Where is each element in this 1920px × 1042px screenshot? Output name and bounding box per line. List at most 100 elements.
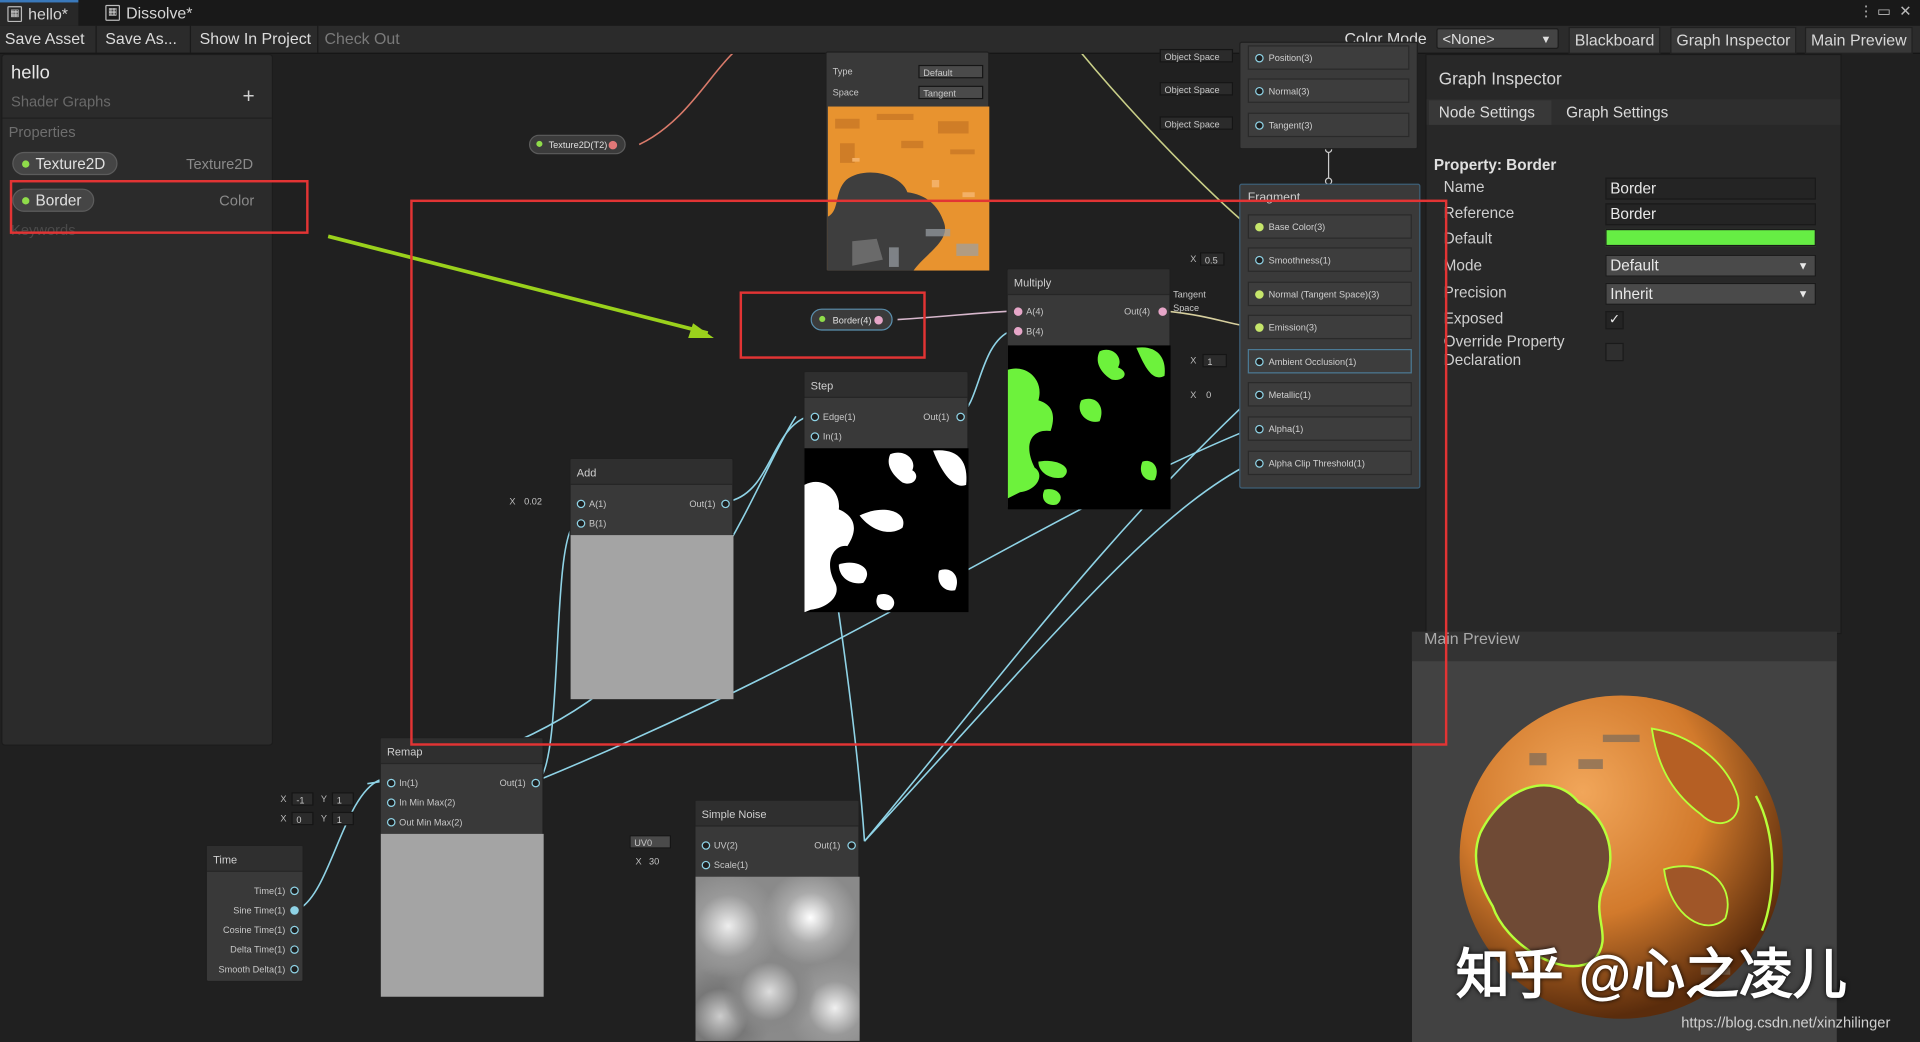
watermark-text: 知乎 @心之凌儿	[1455, 945, 1847, 1006]
noise-scale-value[interactable]: 30	[645, 855, 669, 868]
port-label: Delta Time(1)	[230, 944, 286, 956]
property-type: Texture2D	[186, 155, 254, 173]
port-label: Smooth Delta(1)	[218, 963, 286, 975]
y-label: Y	[320, 793, 327, 805]
default-label: Default	[1443, 230, 1493, 248]
input-in-port-icon[interactable]	[386, 778, 396, 788]
tab-graph-settings[interactable]: Graph Settings	[1566, 104, 1668, 121]
port-label: Tangent(3)	[1268, 120, 1313, 132]
chevron-down-icon: ▼	[1797, 287, 1809, 301]
output-port-icon[interactable]	[531, 778, 541, 788]
remap-in-x[interactable]: -1	[291, 792, 314, 806]
tab-label: Dissolve*	[126, 3, 193, 23]
color-mode-dropdown[interactable]: <None> ▼	[1436, 28, 1559, 49]
simple-noise-node[interactable]: Simple Noise UV(2) Scale(1) Out(1)	[694, 799, 860, 1041]
space-label: Space	[832, 86, 859, 98]
blackboard-panel: hello Shader Graphs + Properties Texture…	[1, 53, 274, 746]
remap-node[interactable]: Remap In(1) In Min Max(2) Out Min Max(2)…	[379, 737, 544, 997]
remap-out-y[interactable]: 1	[331, 811, 354, 826]
mode-dropdown[interactable]: Default ▼	[1605, 254, 1816, 277]
port-icon[interactable]	[1255, 121, 1264, 130]
type-dropdown[interactable]: Default	[918, 64, 984, 79]
graph-inspector-toggle[interactable]: Graph Inspector	[1670, 26, 1797, 54]
override-label: Override Property	[1443, 333, 1565, 351]
output-port-icon[interactable]	[290, 906, 299, 915]
override-label-2: Declaration	[1443, 351, 1522, 369]
node-title: Simple Noise	[695, 800, 859, 827]
properties-section: Properties	[8, 123, 76, 141]
noise-uv-dropdown[interactable]: UV0	[629, 835, 672, 849]
output-port-icon[interactable]	[290, 886, 299, 896]
position-space-field[interactable]: Object Space	[1159, 48, 1234, 63]
input-uv-port-icon[interactable]	[701, 841, 711, 850]
output-port-icon[interactable]	[608, 140, 618, 150]
port-icon[interactable]	[1255, 53, 1264, 63]
node-title: Time	[206, 846, 303, 872]
x-label: X	[635, 855, 642, 867]
save-asset-button[interactable]: Save Asset	[0, 26, 89, 53]
remap-in-y[interactable]: 1	[331, 792, 354, 806]
toolbar: Save Asset Save As... Show In Project Ch…	[0, 25, 1920, 54]
check-out-button[interactable]: Check Out	[320, 26, 405, 53]
inspector-title: Graph Inspector	[1438, 68, 1562, 89]
port-label: Position(3)	[1268, 52, 1313, 64]
blackboard-toggle[interactable]: Blackboard	[1568, 26, 1661, 54]
vertex-context-block: Position(3) Normal(3) Tangent(3)	[1239, 41, 1418, 150]
output-port-icon[interactable]	[290, 925, 299, 935]
chevron-down-icon: ▼	[1797, 259, 1809, 272]
vertex-port-normal[interactable]: Normal(3)	[1247, 78, 1410, 103]
time-node[interactable]: Time Time(1) Sine Time(1) Cosine Time(1)…	[205, 844, 304, 983]
close-icon[interactable]: ✕	[1899, 2, 1911, 19]
add-property-button[interactable]: +	[242, 84, 254, 108]
tab-bar: ▦ hello* ▦ Dissolve* ⋮ ▭ ✕	[0, 0, 1920, 27]
tab-dissolve[interactable]: ▦ Dissolve*	[98, 0, 202, 26]
port-label: Out Min Max(2)	[399, 816, 463, 828]
output-port-icon[interactable]	[290, 945, 299, 954]
port-label: Time(1)	[254, 885, 286, 897]
show-in-project-button[interactable]: Show In Project	[195, 26, 316, 53]
input-in-min-max-port-icon[interactable]	[386, 798, 396, 807]
remap-out-x[interactable]: 0	[291, 811, 314, 826]
more-options-icon[interactable]: ⋮	[1859, 2, 1874, 19]
input-scale-port-icon[interactable]	[701, 860, 711, 870]
port-icon[interactable]	[1255, 86, 1264, 96]
maximize-icon[interactable]: ▭	[1877, 2, 1891, 19]
tangent-space-field[interactable]: Object Space	[1159, 116, 1234, 130]
reference-field[interactable]: Border	[1605, 203, 1816, 226]
highlight-border-property	[9, 180, 309, 234]
highlight-graph-area	[410, 199, 1448, 746]
main-preview-toggle[interactable]: Main Preview	[1804, 26, 1913, 54]
input-out-min-max-port-icon[interactable]	[386, 817, 396, 827]
precision-value: Inherit	[1610, 285, 1653, 303]
precision-dropdown[interactable]: Inherit ▼	[1605, 282, 1816, 305]
property-name: Texture2D	[35, 155, 106, 173]
default-color-swatch[interactable]	[1605, 228, 1816, 247]
graph-inspector-panel: Graph Inspector Node Settings Graph Sett…	[1425, 53, 1842, 635]
type-label: Type	[832, 66, 853, 78]
name-label: Name	[1443, 178, 1485, 196]
exposed-checkbox[interactable]: ✓	[1605, 311, 1624, 330]
output-port-icon[interactable]	[847, 841, 856, 850]
graph-path: Shader Graphs	[11, 93, 111, 111]
save-as-button[interactable]: Save As...	[100, 26, 181, 53]
port-label: UV(2)	[713, 840, 738, 852]
normal-space-field[interactable]: Object Space	[1159, 82, 1234, 96]
shader-file-icon: ▦	[7, 6, 23, 23]
tab-label: hello*	[28, 4, 68, 24]
vertex-port-tangent[interactable]: Tangent(3)	[1247, 112, 1410, 138]
vertex-port-position[interactable]: Position(3)	[1247, 45, 1410, 70]
override-checkbox[interactable]	[1605, 342, 1624, 362]
noise-preview	[695, 876, 860, 1041]
port-label: Normal(3)	[1268, 85, 1310, 97]
port-icon	[536, 140, 543, 147]
property-texture2d[interactable]: Texture2D	[12, 151, 118, 176]
name-field[interactable]: Border	[1605, 177, 1816, 200]
property-dot-icon	[22, 160, 30, 168]
x-label: X	[280, 813, 287, 825]
color-mode-value: <None>	[1442, 30, 1495, 48]
output-port-icon[interactable]	[290, 964, 299, 974]
tab-hello[interactable]: ▦ hello*	[0, 0, 78, 26]
texture2d-property-node[interactable]: Texture2D(T2)	[528, 134, 626, 155]
space-dropdown[interactable]: Tangent	[918, 85, 984, 100]
tab-node-settings[interactable]: Node Settings	[1439, 104, 1535, 121]
